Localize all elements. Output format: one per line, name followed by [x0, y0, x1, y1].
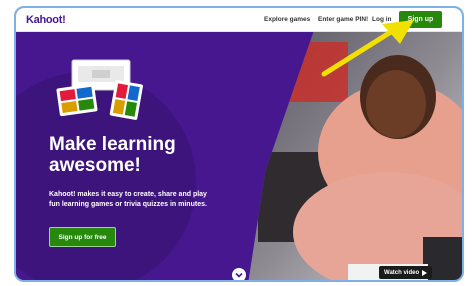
play-icon: [422, 269, 428, 276]
scroll-down-button[interactable]: [232, 268, 246, 280]
watch-video-label: Watch video: [384, 269, 420, 276]
chevron-down-icon: [235, 272, 243, 278]
top-navbar: Kahoot! Explore games Enter game PIN! Lo…: [16, 8, 462, 32]
kahoot-logo[interactable]: Kahoot!: [26, 14, 66, 26]
nav-explore-games[interactable]: Explore games: [264, 16, 310, 23]
hero-student-photo: [248, 32, 464, 282]
browser-frame: Kahoot! Explore games Enter game PIN! Lo…: [14, 6, 464, 282]
hero-subtext: Kahoot! makes it easy to create, share a…: [49, 191, 207, 208]
hero-headline-line2: awesome!: [49, 155, 141, 176]
quiz-devices-illustration: [56, 59, 143, 120]
watch-video-button[interactable]: Watch video: [379, 266, 433, 279]
signup-for-free-button[interactable]: Sign up for free: [49, 227, 116, 247]
nav-log-in[interactable]: Log in: [372, 16, 392, 23]
hero-section: Make learning awesome! Kahoot! makes it …: [16, 32, 464, 282]
hero-headline-line1: Make learning: [49, 134, 176, 155]
nav-enter-game-pin[interactable]: Enter game PIN!: [318, 16, 368, 23]
hero-headline: Make learning awesome!: [49, 134, 239, 176]
signup-button[interactable]: Sign up: [399, 11, 442, 28]
